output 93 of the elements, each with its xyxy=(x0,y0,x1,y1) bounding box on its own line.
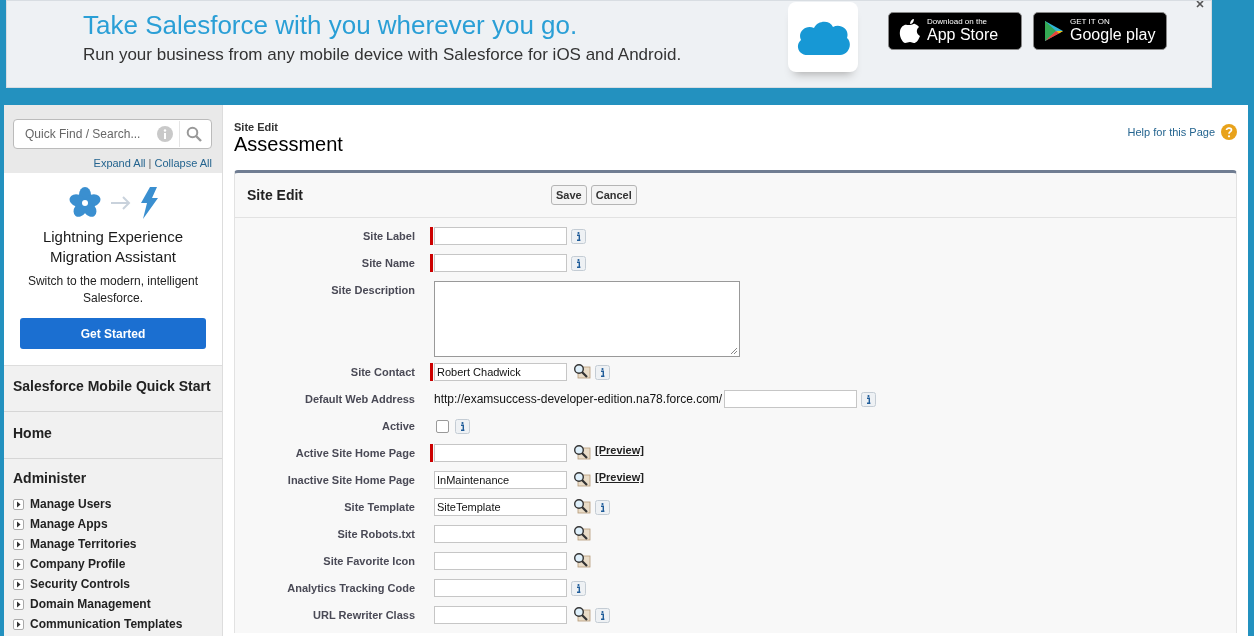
sidebar-link[interactable]: Communication Templates xyxy=(30,617,183,631)
flower-icon xyxy=(68,187,102,219)
text-field[interactable] xyxy=(434,525,567,543)
field-label: Default Web Address xyxy=(303,392,415,407)
page-title: Assessment xyxy=(234,133,343,156)
lookup-icon[interactable] xyxy=(573,444,591,460)
expand-toggle-icon[interactable] xyxy=(13,578,24,590)
field-label: Site Favorite Icon xyxy=(322,554,415,569)
text-field[interactable] xyxy=(434,254,567,272)
form-button[interactable]: Cancel xyxy=(590,185,637,205)
expand-toggle-icon[interactable] xyxy=(13,538,24,550)
text-field[interactable] xyxy=(724,390,858,408)
field-label: Site Description xyxy=(330,283,415,298)
promo-title: Lightning Experience Migration Assistant xyxy=(41,227,185,267)
play-triangle-icon xyxy=(1044,20,1064,42)
lookup-icon[interactable] xyxy=(573,471,591,487)
lookup-icon[interactable] xyxy=(573,606,591,622)
sidebar-section[interactable]: Salesforce Mobile Quick Start xyxy=(4,366,222,412)
get-started-button[interactable]: Get Started xyxy=(20,318,206,349)
active-checkbox[interactable] xyxy=(436,420,449,433)
arrow-icon xyxy=(110,196,132,210)
field-label: Active xyxy=(380,419,415,434)
sidebar-section[interactable]: Home xyxy=(4,412,222,459)
help-link[interactable]: Help for this Page xyxy=(1127,126,1215,138)
field-label: Site Contact xyxy=(349,365,415,380)
store-caption: Download on the xyxy=(927,17,989,27)
apple-icon xyxy=(899,18,921,44)
resize-grip-icon[interactable] xyxy=(730,347,738,355)
close-icon[interactable] xyxy=(1195,1,1205,9)
field-label: Site Robots.txt xyxy=(336,527,415,542)
expand-toggle-icon[interactable] xyxy=(13,618,24,630)
expand-toggle-icon[interactable] xyxy=(13,558,24,570)
info-icon[interactable] xyxy=(595,608,610,623)
banner-subline: Run your business from any mobile device with Salesforce for iOS and Android. xyxy=(83,44,683,65)
field-label: Active Site Home Page xyxy=(294,446,415,461)
form-button[interactable]: Save xyxy=(551,185,587,205)
search-icon[interactable] xyxy=(186,126,202,142)
quick-find-field[interactable]: Quick Find / Search... xyxy=(23,126,151,142)
lightning-icon xyxy=(140,187,158,219)
store-name: App Store xyxy=(927,27,999,45)
field-label: Analytics Tracking Code xyxy=(286,581,415,596)
field-label: Site Label xyxy=(362,229,415,244)
store-badge[interactable]: Download on the App Store xyxy=(888,12,1022,50)
link-separator: | xyxy=(148,157,152,169)
info-icon[interactable] xyxy=(571,256,586,271)
sidebar-link[interactable]: Security Controls xyxy=(30,577,131,591)
sidebar-link[interactable]: Manage Users xyxy=(30,497,112,511)
section-title: Site Edit xyxy=(247,187,304,203)
store-badge[interactable]: GET IT ON Google play xyxy=(1033,12,1167,50)
expand-toggle-icon[interactable] xyxy=(13,498,24,510)
text-field[interactable]: InMaintenance xyxy=(434,471,567,489)
url-prefix: http://examsuccess-developer-edition.na78.force.com/ xyxy=(434,391,723,408)
sidebar-link[interactable]: Company Profile xyxy=(30,557,126,571)
text-field[interactable] xyxy=(434,606,567,624)
promo-text: Switch to the modern, intelligent Salesforce. xyxy=(26,273,200,307)
preview-link[interactable]: [Preview] xyxy=(595,444,644,456)
sidebar-link[interactable]: Manage Territories xyxy=(30,537,137,551)
text-field[interactable]: SiteTemplate xyxy=(434,498,567,516)
banner-headline: Take Salesforce with you wherever you go. xyxy=(83,9,579,41)
text-field[interactable] xyxy=(434,444,567,462)
store-caption: GET IT ON xyxy=(1070,17,1111,27)
lookup-icon[interactable] xyxy=(573,552,591,568)
lookup-icon[interactable] xyxy=(573,525,591,541)
lookup-icon[interactable] xyxy=(573,498,591,514)
info-icon[interactable] xyxy=(595,365,610,380)
collapse-all-link[interactable]: Collapse All xyxy=(154,157,212,169)
cloud-logo-icon xyxy=(788,2,858,72)
info-icon[interactable] xyxy=(571,581,586,596)
field-label: URL Rewriter Class xyxy=(312,608,415,623)
info-icon xyxy=(157,126,173,142)
info-icon[interactable] xyxy=(571,229,586,244)
expand-all-link[interactable]: Expand All xyxy=(93,157,146,169)
store-name: Google play xyxy=(1070,27,1156,45)
description-field[interactable] xyxy=(434,281,740,357)
sidebar-link[interactable]: Domain Management xyxy=(30,597,151,611)
expand-toggle-icon[interactable] xyxy=(13,598,24,610)
info-icon[interactable] xyxy=(861,392,877,407)
preview-link[interactable]: [Preview] xyxy=(595,471,644,483)
search-field[interactable]: Quick Find / Search... xyxy=(13,119,212,149)
text-field[interactable] xyxy=(434,552,567,570)
page-type-label: Site Edit xyxy=(234,121,279,133)
text-field[interactable]: Robert Chadwick xyxy=(434,363,567,381)
field-label: Inactive Site Home Page xyxy=(286,473,415,488)
info-icon[interactable] xyxy=(455,419,470,434)
expand-toggle-icon[interactable] xyxy=(13,518,24,530)
sidebar-link[interactable]: Manage Apps xyxy=(30,517,108,531)
lookup-icon[interactable] xyxy=(573,363,591,379)
info-icon[interactable] xyxy=(595,500,610,515)
text-field[interactable] xyxy=(434,227,567,245)
field-label: Site Template xyxy=(343,500,415,515)
sidebar-group-title: Administer xyxy=(13,470,88,486)
field-label: Site Name xyxy=(360,256,415,271)
text-field[interactable] xyxy=(434,579,567,597)
